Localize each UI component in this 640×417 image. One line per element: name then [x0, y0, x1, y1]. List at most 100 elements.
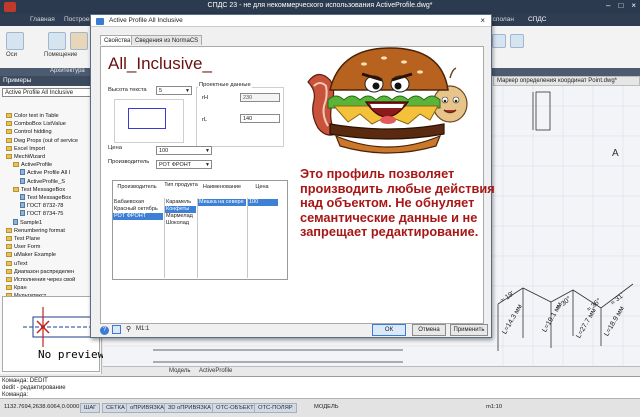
list-column-types: Карамель Конфеты Мармелад Шоколад	[165, 199, 196, 227]
rh-field[interactable]: 230	[240, 93, 280, 102]
tree-item[interactable]: ГОСТ 8732-78	[20, 202, 63, 210]
tree-item[interactable]: Control hidding	[6, 128, 52, 136]
tree-item-label: Renumbering format	[14, 227, 65, 234]
axes-button-label: Оси	[6, 52, 18, 58]
help-icon[interactable]: ?	[100, 326, 109, 335]
folder-icon	[6, 285, 12, 291]
text-height-value: 5	[159, 88, 163, 94]
tab-normacs[interactable]: Сведения из NormaCS	[131, 35, 203, 45]
tree-item[interactable]: uMaker Example	[6, 251, 56, 259]
list-item[interactable]: Красный октябрь	[113, 206, 163, 213]
pick-tool-icon[interactable]	[112, 325, 121, 334]
list-item[interactable]: Мишка на севере	[198, 199, 246, 206]
tree-item[interactable]: Active Profile All I	[20, 169, 70, 177]
document-icon	[20, 169, 25, 176]
scale-label[interactable]: m1:10	[486, 404, 502, 410]
maximize-icon[interactable]: □	[618, 1, 623, 10]
tree-item-label: uText	[14, 260, 28, 267]
list-item[interactable]: 100	[248, 199, 278, 206]
folder-icon	[6, 129, 12, 135]
model-space-label[interactable]: МОДЕЛЬ	[314, 404, 339, 410]
list-item[interactable]: Бабаевская	[113, 199, 163, 206]
status-bar: 1132.7694,2638.6064,0.0000 ШАГ СЕТКА оПР…	[0, 398, 640, 417]
price-value: 100	[159, 148, 169, 154]
tree-item[interactable]: Кран	[6, 284, 27, 292]
price-combo[interactable]: 100 ▼	[156, 146, 212, 155]
ribbon-tool-icon[interactable]	[492, 34, 506, 48]
list-item[interactable]: Мармелад	[165, 213, 196, 220]
document-icon	[20, 177, 25, 184]
tab-properties[interactable]: Свойства	[100, 35, 135, 45]
text-height-combo[interactable]: 5 ▼	[156, 86, 192, 95]
tree-item[interactable]: Dwg Props (out of service	[6, 137, 78, 145]
tree-item-label: Sample1	[20, 219, 43, 226]
tree-item-label: User Form	[14, 244, 41, 251]
ribbon-tab-spds[interactable]: СПДС	[528, 16, 546, 23]
tree-item[interactable]: Диапазон распределен	[6, 268, 74, 276]
tree-item[interactable]: Test Plane	[6, 235, 40, 243]
document-icon	[20, 210, 25, 217]
close-icon[interactable]: ×	[631, 1, 636, 10]
room-button-icon[interactable]	[48, 32, 66, 50]
folder-icon	[6, 121, 12, 127]
ok-button[interactable]: ОК	[372, 324, 406, 336]
tree-item[interactable]: Test MessageBox	[13, 186, 65, 194]
app-title: СПДС 23 - не для некоммерческого использ…	[207, 2, 433, 9]
ribbon-tool2-icon[interactable]	[510, 34, 524, 48]
cancel-button[interactable]: Отмена	[412, 324, 446, 336]
manufacturer-combo[interactable]: РОТ ФРОНТ ▼	[156, 160, 212, 169]
toggle-polar[interactable]: ОТС-ПОЛЯР	[254, 403, 297, 413]
tree-item[interactable]: User Form	[6, 243, 40, 251]
preview-drawing	[23, 307, 99, 347]
tree-item[interactable]: Color text in Table	[6, 112, 59, 120]
dialog-title: Active Profile All Inclusive	[109, 17, 183, 24]
stair-button-icon[interactable]	[70, 32, 88, 50]
toggle-step[interactable]: ШАГ	[80, 403, 101, 413]
tree-item[interactable]: ComboBox ListValue	[6, 120, 66, 128]
tree-item-label: Color text in Table	[14, 113, 59, 119]
tree-item[interactable]: Test MessageBox	[20, 194, 71, 202]
tree-item[interactable]: ActiveProfile_S	[20, 177, 65, 186]
profile-selector[interactable]: Active Profile All Inclusive	[2, 88, 100, 97]
dialog-titlebar: Active Profile All Inclusive ×	[91, 15, 491, 27]
apply-button[interactable]: Применить	[450, 324, 488, 336]
rh-label: rH	[202, 95, 209, 101]
list-item[interactable]: РОТ ФРОНТ	[113, 213, 163, 220]
toggle-grid[interactable]: СЕТКА	[102, 403, 129, 413]
tree-item[interactable]: Исполнения через свой	[6, 276, 75, 284]
tree-item[interactable]: MechWizard	[6, 153, 45, 161]
toggle-3d-osnap[interactable]: 3D оПРИВЯЗКА	[164, 403, 216, 413]
list-item[interactable]: Шоколад	[165, 220, 196, 227]
tree-item[interactable]: Sample1	[13, 218, 43, 227]
tree-item[interactable]: Renumbering format	[6, 227, 65, 235]
color-swatch[interactable]	[128, 108, 166, 129]
dialog-close-icon[interactable]: ×	[480, 15, 485, 27]
command-line[interactable]: Команда: DEDIT dedit - редактирование Ко…	[0, 376, 640, 398]
list-item[interactable]: Карамель	[165, 199, 196, 206]
command-history-1: Команда: DEDIT	[2, 378, 48, 384]
tree-item[interactable]: Excel Import	[6, 145, 45, 153]
list-col-divider	[197, 198, 198, 278]
profile-description-overlay: Это профиль позволяет производить любые …	[300, 166, 495, 239]
tree-item[interactable]: ActiveProfile	[13, 161, 52, 169]
minimize-icon[interactable]: –	[606, 1, 610, 10]
list-header-type: Тип продукта	[164, 182, 198, 188]
toggle-osnap[interactable]: оПРИВЯЗКА	[126, 403, 169, 413]
drawing-tab-marker[interactable]: Маркер определения координат Point.dwg*	[493, 76, 640, 86]
dim-a-label: А	[612, 148, 619, 159]
ribbon-tab-home[interactable]: Главная	[30, 16, 55, 23]
axes-button-icon[interactable]	[6, 32, 24, 50]
folder-icon	[6, 145, 12, 151]
command-history-2: dedit - редактирование	[2, 385, 66, 391]
list-header-price: Цена	[255, 184, 269, 190]
tab-model[interactable]: Модель	[169, 368, 191, 374]
tab-activeprofile[interactable]: ActiveProfile	[199, 368, 232, 374]
tree-item[interactable]: uText	[6, 260, 27, 268]
ribbon-group-architecture: Архитектура	[50, 68, 85, 74]
search-icon: ⚲	[126, 326, 132, 333]
toggle-otrack[interactable]: ОТС-ОБЪЕКТ	[212, 403, 258, 413]
list-item[interactable]: Конфеты	[165, 206, 196, 213]
tree-item[interactable]: ГОСТ 8734-75	[20, 210, 63, 218]
tree-item-label: Control hidding	[14, 129, 52, 136]
rl-field[interactable]: 140	[240, 114, 280, 123]
